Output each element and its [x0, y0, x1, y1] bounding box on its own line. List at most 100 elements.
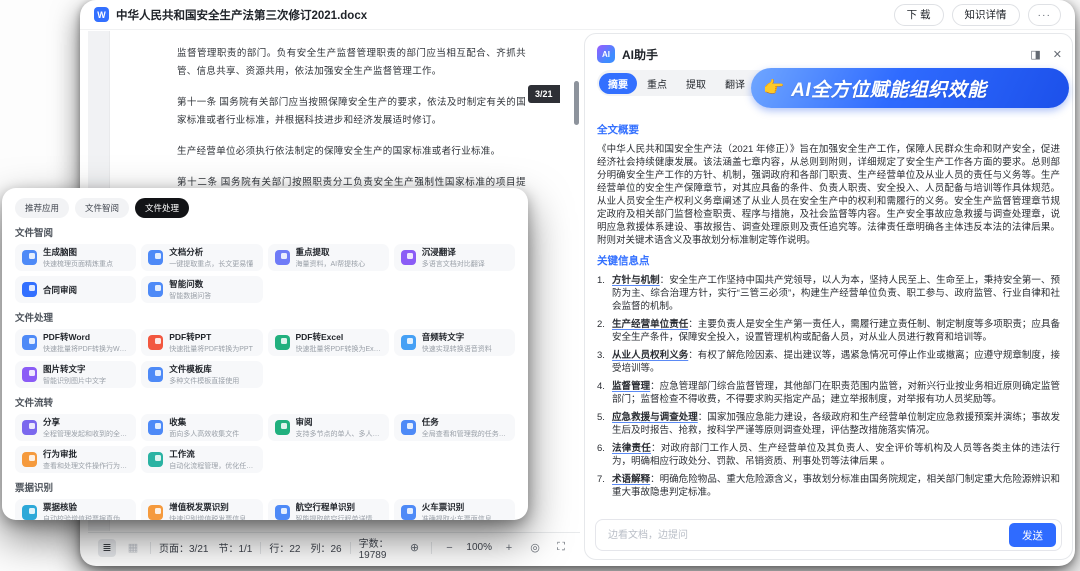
send-button[interactable]: 发送	[1009, 523, 1056, 547]
tool-label: 审阅	[295, 417, 313, 427]
tool-label: 任务	[421, 417, 439, 427]
vertical-scrollbar[interactable]	[574, 33, 579, 528]
collapse-panel-icon[interactable]: ◨	[1030, 48, 1040, 61]
popup-tab[interactable]: 推荐应用	[15, 198, 70, 218]
tool-card[interactable]: 审阅 支持多节点的单人、多人审阅	[267, 414, 389, 441]
ai-tab[interactable]: 摘要	[599, 72, 637, 94]
ai-question-input[interactable]	[606, 528, 1009, 542]
statusbar-divider	[431, 541, 433, 554]
section-count: 节：1/1	[218, 544, 253, 555]
tool-description: 快速梳理页面精炼重点	[43, 261, 113, 268]
tool-card[interactable]: 文档分析 一键提取重点，长文更易懂	[141, 244, 263, 271]
tool-card[interactable]: PDF转Word 快速批量将PDF转换为Word	[15, 329, 137, 356]
close-icon[interactable]: ✕	[1053, 48, 1062, 61]
tool-card[interactable]: 工作流 自动化流程管理，优化任务分配	[141, 446, 263, 473]
tool-meta: PDF转Excel 快速批量将PDF转换为Excel	[296, 331, 382, 354]
statusbar: ≣ ▦ 页面：3/21 节：1/1 行：22 列：26 字数：19789 ⊕ −…	[88, 532, 580, 562]
knowledge-detail-button[interactable]: 知识详情	[951, 3, 1020, 26]
tool-doc-icon	[148, 452, 164, 467]
tool-card[interactable]: 智能问数 智能数据问答	[141, 276, 263, 303]
tool-meta: 分享 全程管理发起和收到的全部分享	[43, 416, 129, 439]
popup-tab[interactable]: 文件处理	[135, 198, 190, 218]
tool-card[interactable]: 分享 全程管理发起和收到的全部分享	[15, 414, 137, 441]
tool-label: PDF转PPT	[169, 332, 212, 342]
tool-grid: 生成脑图 快速梳理页面精炼重点 文档分析 一键提取重点，长文更易懂 重点提取 海…	[15, 244, 515, 303]
tool-label: 火车票识别	[421, 502, 465, 512]
tool-doc-icon	[400, 335, 416, 350]
tool-grid: 分享 全程管理发起和收到的全部分享 收集 面向多人高效收集文件	[15, 414, 515, 473]
tool-description: 智能识别图片中文字	[43, 378, 106, 385]
tool-meta: 增值税发票识别 快速识别增值税发票信息	[169, 501, 246, 520]
ai-promo-banner[interactable]: 👉 AI全方位赋能组织效能	[751, 68, 1069, 108]
popup-tab[interactable]: 文件智阅	[75, 198, 130, 218]
tool-doc-icon	[400, 420, 416, 435]
tool-doc-icon	[274, 505, 290, 520]
tool-card[interactable]: 票据核验 自动校验增值税票据真伪	[15, 499, 137, 520]
tool-label: 收集	[169, 417, 187, 427]
tool-card[interactable]: 文件模板库 多种文件模板直接使用	[141, 361, 263, 388]
summary-heading: 全文概要	[597, 124, 639, 136]
tool-card[interactable]: 增值税发票识别 快速识别增值税发票信息	[141, 499, 263, 520]
outline-view-icon[interactable]: ≣	[98, 538, 116, 557]
thumbnail-view-icon[interactable]: ▦	[124, 539, 142, 557]
zoom-level[interactable]: 100%	[466, 542, 492, 553]
zoom-in-button[interactable]: +	[500, 539, 518, 557]
fullscreen-icon[interactable]: ⛶	[552, 539, 570, 557]
tool-description: 海量资料，AI帮提核心	[295, 261, 366, 268]
cursor-info-group: 行：22 列：26	[269, 540, 341, 555]
tool-description: 快速批量将PDF转换为Word	[43, 346, 130, 353]
tool-meta: 航空行程单识别 智能提取航空行程单详情	[296, 501, 373, 520]
tool-section: 文件流转 分享 全程管理发起和收到的全部分享 收集	[15, 395, 515, 473]
ai-assistant-panel: AI AI助手 ◨ ✕ 摘要 重点 提取 翻译 提问 👉 AI全方位赋能组织效能	[584, 33, 1073, 560]
tool-card[interactable]: PDF转Excel 快速批量将PDF转换为Excel	[267, 329, 389, 356]
tool-label: 增值税发票识别	[169, 502, 229, 512]
zoom-out-button[interactable]: −	[440, 539, 458, 557]
tool-card[interactable]: 合同审阅	[15, 276, 137, 303]
tool-card[interactable]: 图片转文字 智能识别图片中文字	[15, 361, 137, 388]
tool-doc-icon	[148, 420, 164, 435]
keypoint-term: 监督管理	[612, 381, 651, 392]
keypoint-term: 法律责任	[612, 443, 651, 454]
tool-card[interactable]: 任务 全局查看和管理我的任务信息	[393, 414, 515, 441]
tool-card[interactable]: 火车票识别 准确提取火车票面信息	[393, 499, 515, 520]
tool-meta: 工作流 自动化流程管理，优化任务分配	[169, 448, 255, 471]
page-position-badge: 3/21	[528, 85, 560, 103]
tool-section-title: 文件处理	[15, 313, 54, 324]
page-count: 页面：3/21	[159, 544, 209, 555]
more-options-button[interactable]: ···	[1027, 3, 1061, 26]
titlebar: W 中华人民共和国安全生产法第三次修订2021.docx 下 载 知识详情 ··…	[80, 0, 1075, 30]
tool-card[interactable]: 沉浸翻译 多语言文档对比翻译	[393, 244, 515, 271]
tool-section-title: 票据识别	[15, 483, 54, 494]
ai-panel-header: AI AI助手 ◨ ✕	[597, 42, 1062, 66]
download-button[interactable]: 下 载	[893, 3, 944, 26]
ai-tab[interactable]: 提取	[677, 73, 715, 94]
tool-doc-icon	[22, 420, 37, 435]
tool-card[interactable]: 航空行程单识别 智能提取航空行程单详情	[267, 499, 389, 520]
ai-banner-text: AI全方位赋能组织效能	[791, 79, 987, 101]
popup-tabs: 推荐应用 文件智阅 文件处理	[15, 198, 515, 218]
fit-page-icon[interactable]: ◎	[526, 539, 544, 557]
tool-card[interactable]: PDF转PPT 快速批量将PDF转换为PPT	[141, 329, 263, 356]
document-paragraph: 生产经营单位必须执行依法制定的保障安全生产的国家标准或者行业标准。	[177, 147, 501, 157]
tool-label: 工作流	[169, 449, 195, 459]
tool-label: 票据核验	[43, 502, 78, 512]
tool-card[interactable]: 生成脑图 快速梳理页面精炼重点	[15, 244, 137, 271]
tool-doc-icon	[148, 335, 164, 350]
language-globe-icon[interactable]: ⊕	[405, 539, 423, 557]
tool-description: 智能数据问答	[169, 293, 212, 300]
tool-card[interactable]: 收集 面向多人高效收集文件	[141, 414, 263, 441]
vertical-scrollbar-thumb[interactable]	[574, 81, 579, 125]
keypoint-term: 生产经营单位责任	[612, 319, 689, 330]
tool-card[interactable]: 音频转文字 快速实现转换语音资料	[393, 329, 515, 356]
tool-meta: 收集 面向多人高效收集文件	[169, 416, 239, 439]
tool-card[interactable]: 行为审批 查看和处理文件操作行为的审批	[15, 446, 137, 473]
tool-meta: 重点提取 海量资料，AI帮提核心	[296, 246, 366, 269]
tool-card[interactable]: 重点提取 海量资料，AI帮提核心	[267, 244, 389, 271]
tool-section: 票据识别 票据核验 自动校验增值税票据真伪 增值税发票识别 快速识别增值税发票信…	[15, 480, 515, 520]
tool-description: 一键提取重点，长文更易懂	[169, 261, 254, 268]
ai-tab[interactable]: 重点	[638, 73, 676, 94]
tool-grid: 票据核验 自动校验增值税票据真伪 增值税发票识别 快速识别增值税发票信息 航空行…	[15, 499, 515, 520]
tool-description: 多语言文档对比翻译	[421, 261, 485, 268]
ai-tab[interactable]: 翻译	[716, 73, 754, 94]
tool-label: 智能问数	[169, 279, 204, 289]
